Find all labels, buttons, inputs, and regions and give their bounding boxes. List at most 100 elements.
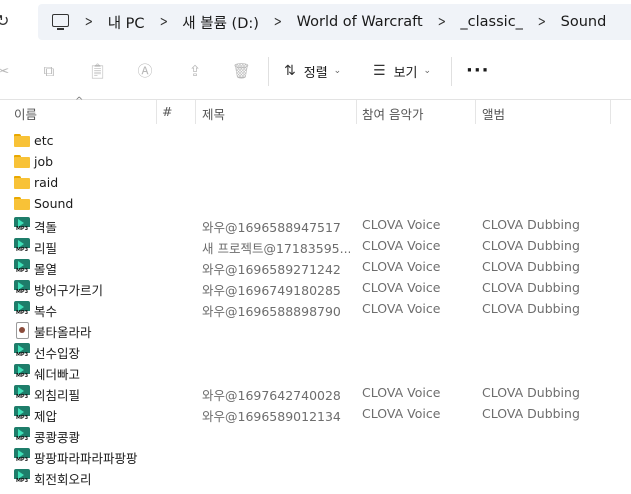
file-artist: CLOVA Voice	[362, 385, 441, 400]
file-title: 와우@1696589271242	[202, 262, 341, 277]
breadcrumb-classic[interactable]: _classic_	[460, 14, 523, 30]
mp3-file-icon: MP3	[14, 238, 30, 253]
delete-icon[interactable]: 🗑︎	[232, 62, 251, 80]
more-options-button[interactable]: ···	[466, 62, 490, 80]
view-label: 보기	[393, 65, 418, 81]
mp3-badge: MP3	[14, 247, 30, 253]
chevron-down-icon: ⌄	[423, 66, 432, 76]
file-album: CLOVA Dubbing	[482, 238, 580, 253]
file-row[interactable]: MP3 선수입장	[0, 340, 631, 361]
breadcrumb[interactable]: > 내 PC > 새 볼륨 (D:) > World of Warcraft >…	[38, 4, 631, 40]
file-row[interactable]: MP3 방어구가르기 와우@1696749180285 CLOVA Voice CLOV…	[0, 277, 631, 298]
file-row[interactable]: MP3 회전회오리	[0, 466, 631, 487]
paste-icon[interactable]: 📋︎	[88, 62, 107, 80]
rename-icon[interactable]: Ⓐ	[136, 62, 154, 80]
file-row[interactable]: 불타올라라	[0, 319, 631, 340]
chevron-right-icon[interactable]: >	[159, 14, 167, 30]
folder-icon	[14, 133, 30, 148]
file-artist: CLOVA Voice	[362, 406, 441, 421]
column-divider[interactable]	[195, 100, 196, 124]
file-row[interactable]: MP3 격돌 와우@1696588947517 CLOVA Voice CLOVA Du…	[0, 214, 631, 235]
mp3-badge: MP3	[14, 415, 30, 421]
chevron-right-icon[interactable]: >	[538, 14, 546, 30]
copy-icon[interactable]: ⧉	[40, 62, 58, 80]
mp3-badge: MP3	[14, 289, 30, 295]
file-name: job	[34, 154, 54, 169]
file-name: 격돌	[34, 220, 58, 235]
file-row[interactable]: MP3 복수 와우@1696588898790 CLOVA Voice CLOVA Du…	[0, 298, 631, 319]
file-title: 와우@1696749180285	[202, 283, 341, 298]
file-name: 쉐더빠고	[34, 367, 81, 382]
toolbar-divider	[268, 57, 269, 86]
column-album[interactable]: 앨범	[482, 104, 505, 123]
file-name: 외침리필	[34, 388, 81, 403]
file-artist: CLOVA Voice	[362, 259, 441, 274]
mp3-file-icon: MP3	[14, 448, 30, 463]
audio-file-icon	[16, 322, 29, 339]
cut-icon[interactable]: ✂	[0, 62, 12, 80]
chevron-right-icon[interactable]: >	[85, 14, 93, 30]
address-bar: ↻ > 내 PC > 새 볼륨 (D:) > World of Warcraft…	[0, 0, 631, 44]
mp3-file-icon: MP3	[14, 301, 30, 316]
file-row[interactable]: MP3 팡팡파라파라파팡팡	[0, 445, 631, 466]
column-divider[interactable]	[156, 100, 157, 124]
chevron-right-icon[interactable]: >	[437, 14, 445, 30]
file-artist: CLOVA Voice	[362, 280, 441, 295]
this-pc-icon[interactable]	[50, 12, 70, 32]
column-artist[interactable]: 참여 음악가	[362, 104, 423, 123]
file-row[interactable]: MP3 몰열 와우@1696589271242 CLOVA Voice CLOVA Du…	[0, 256, 631, 277]
file-album: CLOVA Dubbing	[482, 259, 580, 274]
column-divider[interactable]	[356, 100, 357, 124]
file-artist: CLOVA Voice	[362, 301, 441, 316]
column-divider[interactable]	[475, 100, 476, 124]
column-name[interactable]: 이름	[14, 104, 37, 123]
file-row[interactable]: etc	[0, 130, 631, 151]
file-name: 제압	[34, 409, 58, 424]
mp3-file-icon: MP3	[14, 427, 30, 442]
column-title[interactable]: 제목	[202, 104, 225, 123]
file-row[interactable]: MP3 외침리필 와우@1697642740028 CLOVA Voice CLOVA …	[0, 382, 631, 403]
file-name: 리필	[34, 241, 58, 256]
file-row[interactable]: MP3 제압 와우@1696589012134 CLOVA Voice CLOVA Du…	[0, 403, 631, 424]
refresh-icon[interactable]: ↻	[0, 12, 14, 30]
mp3-file-icon: MP3	[14, 385, 30, 400]
mp3-file-icon: MP3	[14, 469, 30, 484]
share-icon[interactable]: ⇪	[186, 62, 204, 80]
file-row[interactable]: MP3 쉐더빠고	[0, 361, 631, 382]
file-name: 팡팡파라파라파팡팡	[34, 451, 138, 466]
sort-button[interactable]: ⇅ 정렬 ⌄	[284, 59, 341, 83]
file-row[interactable]: MP3 콩쾅콩쾅	[0, 424, 631, 445]
file-list: etc job raid Sound MP3 격돌 와우@1696588947517 CLOV…	[0, 130, 631, 487]
mp3-badge: MP3	[14, 436, 30, 442]
folder-icon	[14, 154, 30, 169]
file-name: 복수	[34, 304, 58, 319]
file-name: 회전회오리	[34, 472, 92, 487]
file-row[interactable]: Sound	[0, 193, 631, 214]
mp3-file-icon: MP3	[14, 280, 30, 295]
mp3-file-icon: MP3	[14, 259, 30, 274]
column-number[interactable]: #	[162, 104, 172, 119]
breadcrumb-this-pc[interactable]: 내 PC	[108, 12, 145, 33]
file-row[interactable]: job	[0, 151, 631, 172]
command-bar: ✂ ⧉ 📋︎ Ⓐ ⇪ 🗑︎ ⇅ 정렬 ⌄ ☰ 보기 ⌄ ···	[0, 44, 631, 100]
mp3-badge: MP3	[14, 352, 30, 358]
view-button[interactable]: ☰ 보기 ⌄	[373, 59, 431, 83]
breadcrumb-sound[interactable]: Sound	[561, 14, 607, 30]
breadcrumb-wow[interactable]: World of Warcraft	[297, 14, 423, 30]
column-header: ^ 이름 # 제목 참여 음악가 앨범	[0, 96, 631, 124]
chevron-right-icon[interactable]: >	[274, 14, 282, 30]
file-row[interactable]: raid	[0, 172, 631, 193]
sort-ascending-icon: ^	[75, 96, 84, 107]
file-album: CLOVA Dubbing	[482, 280, 580, 295]
file-name: 방어구가르기	[34, 283, 104, 298]
file-row[interactable]: MP3 리필 새 프로젝트@17183595... CLOVA Voice CLOVA …	[0, 235, 631, 256]
mp3-badge: MP3	[14, 373, 30, 379]
mp3-file-icon: MP3	[14, 364, 30, 379]
file-name: raid	[34, 175, 59, 190]
breadcrumb-drive[interactable]: 새 볼륨 (D:)	[182, 12, 259, 33]
file-album: CLOVA Dubbing	[482, 217, 580, 232]
chevron-down-icon: ⌄	[333, 66, 342, 76]
file-name: Sound	[34, 196, 74, 211]
file-title: 와우@1696588898790	[202, 304, 341, 319]
column-divider[interactable]	[610, 100, 611, 124]
